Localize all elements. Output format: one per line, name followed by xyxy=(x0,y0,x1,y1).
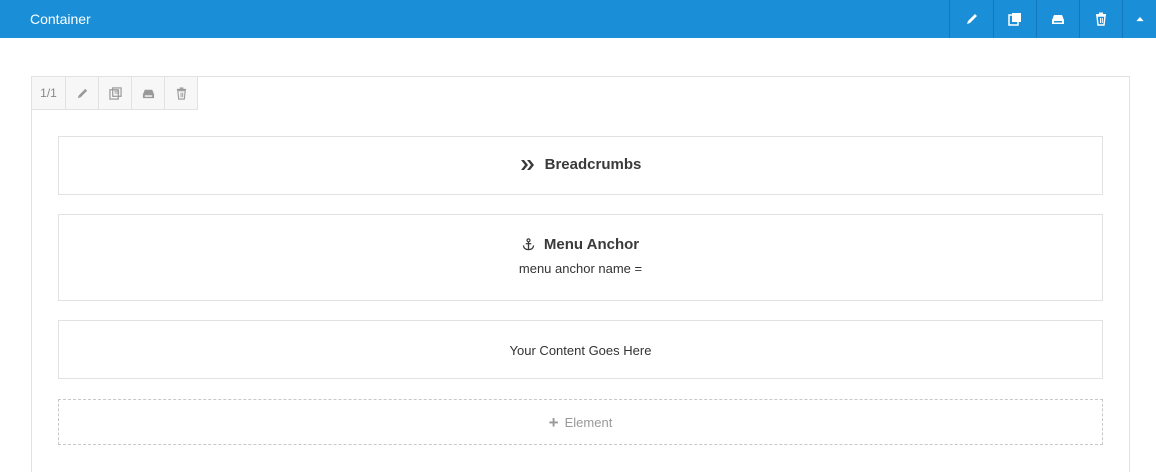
content-placeholder-text: Your Content Goes Here xyxy=(509,343,652,358)
menu-anchor-heading: Menu Anchor xyxy=(522,236,639,253)
breadcrumbs-element[interactable]: Breadcrumbs xyxy=(58,136,1103,195)
column-size-label: 1/1 xyxy=(40,86,57,100)
delete-icon xyxy=(176,86,186,100)
container-header: Container xyxy=(0,0,1156,38)
edit-container-button[interactable] xyxy=(949,0,993,38)
clone-container-button[interactable] xyxy=(993,0,1036,38)
save-icon xyxy=(142,89,154,98)
plus-icon: + xyxy=(548,413,559,432)
clone-column-button[interactable] xyxy=(99,76,132,110)
add-element-label-wrap: + Element xyxy=(549,414,613,431)
double-chevron-icon xyxy=(520,159,534,170)
breadcrumbs-heading: Breadcrumbs xyxy=(520,156,642,173)
clone-icon xyxy=(108,86,122,100)
breadcrumbs-title: Breadcrumbs xyxy=(544,156,642,173)
delete-column-button[interactable] xyxy=(165,76,198,110)
edit-icon xyxy=(77,88,87,98)
collapse-icon xyxy=(1135,16,1144,22)
add-element-button[interactable]: + Element xyxy=(58,399,1103,445)
save-column-button[interactable] xyxy=(132,76,165,110)
save-container-button[interactable] xyxy=(1036,0,1079,38)
clone-icon xyxy=(1008,13,1021,26)
menu-anchor-subtitle: menu anchor name = xyxy=(518,261,643,276)
menu-anchor-title: Menu Anchor xyxy=(543,236,640,253)
column-size-button[interactable]: 1/1 xyxy=(31,76,66,110)
column-toolbar: 1/1 xyxy=(31,76,198,110)
edit-icon xyxy=(966,14,977,24)
delete-container-button[interactable] xyxy=(1079,0,1122,38)
menu-anchor-element[interactable]: Menu Anchor menu anchor name = xyxy=(58,214,1103,301)
delete-icon xyxy=(1096,12,1106,26)
edit-column-button[interactable] xyxy=(66,76,99,110)
anchor-icon xyxy=(522,238,535,251)
text-content-element[interactable]: Your Content Goes Here xyxy=(58,320,1103,379)
collapse-container-button[interactable] xyxy=(1122,0,1156,38)
save-icon xyxy=(1052,15,1064,24)
container-title: Container xyxy=(30,11,91,27)
add-element-label: Element xyxy=(564,415,613,430)
container-actions xyxy=(949,0,1156,38)
